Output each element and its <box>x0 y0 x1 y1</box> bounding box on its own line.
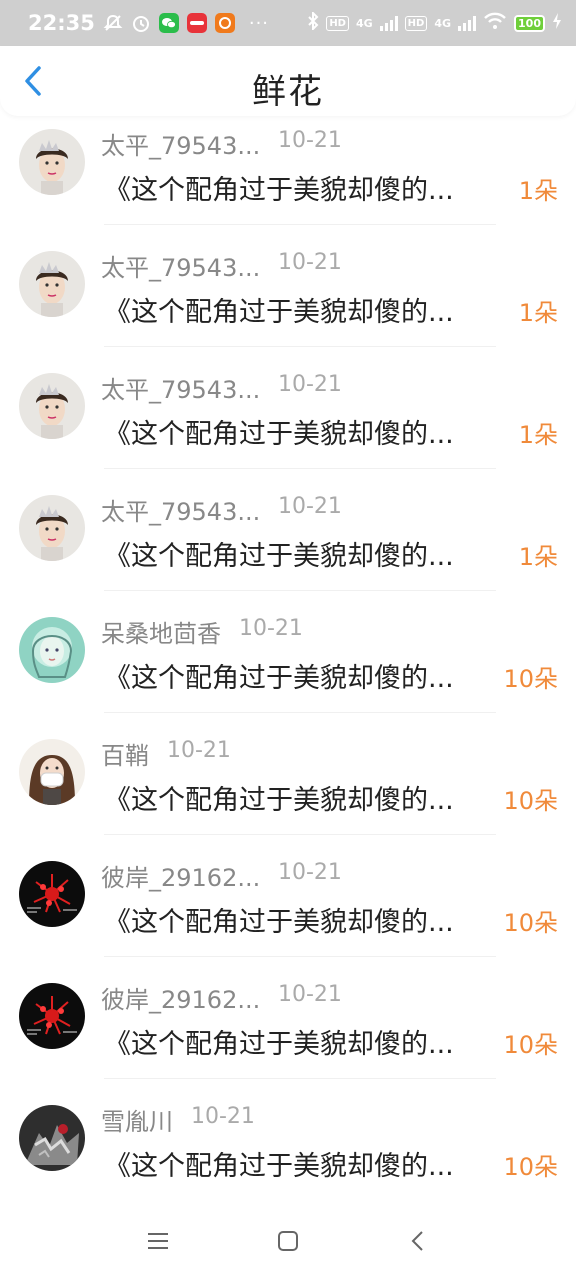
gift-message[interactable]: 《这个配角过于美貌却傻的... <box>104 778 496 817</box>
network-type-2: 4G <box>434 16 452 30</box>
avatar[interactable] <box>19 495 85 561</box>
row-divider <box>104 224 496 225</box>
sender-name[interactable]: 太平_79543... <box>101 248 260 283</box>
gift-date: 10-21 <box>167 738 231 763</box>
avatar[interactable] <box>19 739 85 805</box>
more-notifications: ··· <box>248 12 270 34</box>
gift-list[interactable]: 太平_79543... 10-21 《这个配角过于美貌却傻的... 1朵 太平_7954… <box>0 116 576 1198</box>
sender-name[interactable]: 彼岸_29162... <box>101 858 260 893</box>
avatar[interactable] <box>19 251 85 317</box>
status-bar: 22:35 ··· HD 4G HD 4G 100 <box>0 0 576 46</box>
system-back-button[interactable] <box>406 1230 430 1252</box>
gift-date: 10-21 <box>278 372 342 397</box>
list-item[interactable]: 彼岸_29162... 10-21 《这个配角过于美貌却傻的... 10朵 <box>0 970 576 1092</box>
taobao-icon <box>214 13 235 33</box>
list-item[interactable]: 太平_79543... 10-21 《这个配角过于美貌却傻的... 1朵 <box>0 116 576 238</box>
sender-name[interactable]: 呆桑地茴香 <box>101 614 221 649</box>
row-divider <box>104 346 496 347</box>
bluetooth-icon <box>307 10 319 34</box>
avatar[interactable] <box>19 617 85 683</box>
gift-message[interactable]: 《这个配角过于美貌却傻的... <box>104 412 496 451</box>
menu-icon <box>148 1233 168 1249</box>
gift-message[interactable]: 《这个配角过于美貌却傻的... <box>104 1022 496 1061</box>
header: 鲜花 <box>0 46 576 116</box>
gift-date: 10-21 <box>239 616 303 641</box>
status-time: 22:35 <box>28 11 95 35</box>
mute-icon <box>103 13 123 33</box>
alarm-icon <box>131 13 151 33</box>
list-item[interactable]: 雪胤川 10-21 《这个配角过于美貌却傻的... 10朵 <box>0 1092 576 1198</box>
list-item[interactable]: 百鞘 10-21 《这个配角过于美貌却傻的... 10朵 <box>0 726 576 848</box>
list-item[interactable]: 彼岸_29162... 10-21 《这个配角过于美貌却傻的... 10朵 <box>0 848 576 970</box>
home-square-icon <box>278 1231 298 1251</box>
gift-message[interactable]: 《这个配角过于美貌却傻的... <box>104 900 496 939</box>
avatar[interactable] <box>19 373 85 439</box>
flower-count: 10朵 <box>503 1153 558 1181</box>
flower-count: 1朵 <box>518 543 558 571</box>
sender-name[interactable]: 雪胤川 <box>101 1102 173 1137</box>
list-item[interactable]: 太平_79543... 10-21 《这个配角过于美貌却傻的... 1朵 <box>0 360 576 482</box>
sender-name[interactable]: 彼岸_29162... <box>101 980 260 1015</box>
flower-count: 10朵 <box>503 909 558 937</box>
charging-icon <box>552 13 562 33</box>
gift-date: 10-21 <box>278 128 342 153</box>
network-type: 4G <box>355 16 373 30</box>
gift-message[interactable]: 《这个配角过于美貌却傻的... <box>104 534 496 573</box>
flower-count: 1朵 <box>518 177 558 205</box>
list-item[interactable]: 太平_79543... 10-21 《这个配角过于美貌却傻的... 1朵 <box>0 482 576 604</box>
row-divider <box>104 834 496 835</box>
battery-indicator: 100 <box>514 14 545 32</box>
flower-count: 10朵 <box>503 787 558 815</box>
signal-icon <box>379 15 398 31</box>
signal-icon-2 <box>458 15 477 31</box>
flower-count: 1朵 <box>518 421 558 449</box>
sender-name[interactable]: 太平_79543... <box>101 492 260 527</box>
home-button[interactable] <box>276 1230 300 1252</box>
avatar[interactable] <box>19 129 85 195</box>
gift-message[interactable]: 《这个配角过于美貌却傻的... <box>104 656 496 695</box>
status-right: HD 4G HD 4G 100 <box>307 10 562 34</box>
page-title: 鲜花 <box>252 72 324 112</box>
avatar[interactable] <box>19 983 85 1049</box>
gift-date: 10-21 <box>278 250 342 275</box>
row-divider <box>104 712 496 713</box>
back-triangle-icon <box>411 1231 423 1251</box>
gift-date: 10-21 <box>278 982 342 1007</box>
gift-message[interactable]: 《这个配角过于美貌却傻的... <box>104 1144 496 1183</box>
hd-badge: HD <box>326 15 349 31</box>
hd-badge-2: HD <box>404 15 428 31</box>
sender-name[interactable]: 百鞘 <box>101 736 149 771</box>
wifi-icon <box>483 12 507 34</box>
avatar[interactable] <box>19 861 85 927</box>
gift-message[interactable]: 《这个配角过于美貌却傻的... <box>104 290 496 329</box>
row-divider <box>104 590 496 591</box>
menu-button[interactable] <box>146 1230 170 1252</box>
navigation-bar <box>0 1198 576 1280</box>
gift-message[interactable]: 《这个配角过于美貌却傻的... <box>104 168 496 207</box>
avatar[interactable] <box>19 1105 85 1171</box>
flower-count: 10朵 <box>503 1031 558 1059</box>
app-icon <box>186 13 207 33</box>
row-divider <box>104 956 496 957</box>
gift-date: 10-21 <box>278 860 342 885</box>
gift-date: 10-21 <box>278 494 342 519</box>
row-divider <box>104 468 496 469</box>
sender-name[interactable]: 太平_79543... <box>101 126 260 161</box>
flower-count: 10朵 <box>503 665 558 693</box>
sender-name[interactable]: 太平_79543... <box>101 370 260 405</box>
gift-date: 10-21 <box>191 1104 255 1129</box>
list-item[interactable]: 呆桑地茴香 10-21 《这个配角过于美貌却傻的... 10朵 <box>0 604 576 726</box>
list-item[interactable]: 太平_79543... 10-21 《这个配角过于美貌却傻的... 1朵 <box>0 238 576 360</box>
wechat-icon <box>158 13 179 33</box>
row-divider <box>104 1078 496 1079</box>
flower-count: 1朵 <box>518 299 558 327</box>
